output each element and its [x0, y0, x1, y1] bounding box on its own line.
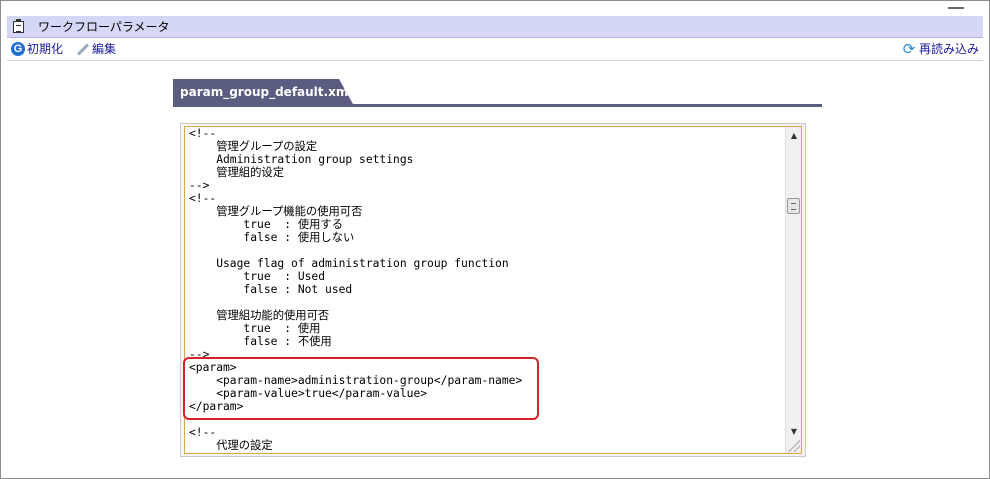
edit-button[interactable]: 編集: [74, 40, 116, 57]
tab-underline: [173, 104, 822, 107]
reload-button[interactable]: ⟳ 再読み込み: [901, 40, 979, 57]
scroll-down-icon[interactable]: ▼: [786, 423, 801, 439]
reload-icon: ⟳: [902, 39, 916, 58]
init-button[interactable]: G 初期化: [11, 40, 63, 57]
tab-param-group-default[interactable]: param_group_default.xml: [173, 79, 353, 104]
scroll-up-icon[interactable]: ▲: [786, 127, 801, 143]
g-circle-icon: G: [11, 41, 25, 56]
title-bar: ワークフローパラメータ: [7, 16, 983, 38]
editor-scrollbar[interactable]: ▲ ▼: [785, 127, 801, 453]
window-control-icon[interactable]: [948, 1, 964, 9]
clipboard-icon: [13, 18, 24, 33]
reload-label: 再読み込み: [918, 42, 979, 56]
tab-bar: param_group_default.xml: [173, 79, 822, 107]
edit-label: 編集: [92, 42, 117, 56]
init-label: 初期化: [27, 42, 64, 56]
toolbar: G 初期化 編集 ⟳ 再読み込み: [7, 38, 983, 61]
scroll-thumb[interactable]: [787, 198, 800, 214]
page-title: ワークフローパラメータ: [38, 20, 170, 34]
xml-content[interactable]: <!-- 管理グループの設定 Administration group sett…: [189, 127, 783, 453]
pencil-icon: [74, 42, 90, 56]
resize-grip-icon[interactable]: [788, 440, 800, 452]
xml-editor-textarea[interactable]: <!-- 管理グループの設定 Administration group sett…: [184, 126, 802, 454]
